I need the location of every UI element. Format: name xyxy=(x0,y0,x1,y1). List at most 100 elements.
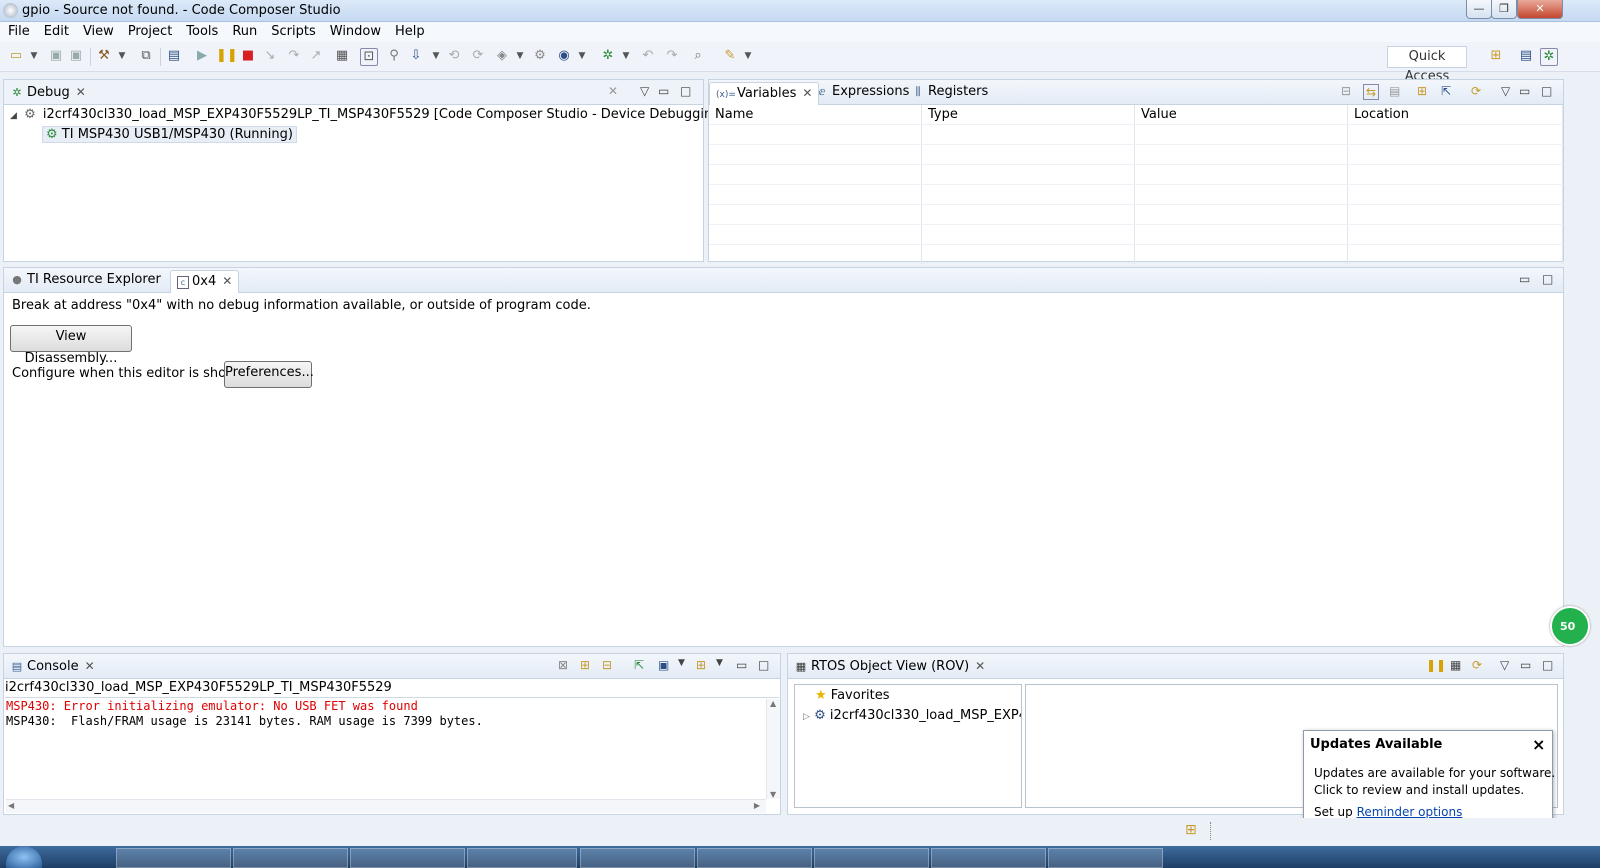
step-return-icon[interactable]: ↗ xyxy=(308,48,324,64)
show-type-names-icon[interactable]: ⇆ xyxy=(1363,84,1380,100)
updates-close-button[interactable]: × xyxy=(1532,735,1545,754)
tree-item-favorites[interactable]: ★ Favorites xyxy=(815,688,890,703)
restart-icon[interactable]: ⟲ xyxy=(446,48,462,64)
restore-button[interactable]: ❐ xyxy=(1491,0,1517,19)
word-wrap-icon[interactable]: ⊟ xyxy=(602,658,612,672)
taskbar-item[interactable] xyxy=(467,848,577,868)
resume-icon[interactable]: ▶ xyxy=(194,48,210,64)
layout-icon[interactable]: ▤ xyxy=(1389,84,1400,98)
console-vertical-scrollbar[interactable]: ▲ ▼ xyxy=(766,699,780,799)
dropdown-icon[interactable]: ▼ xyxy=(740,48,756,64)
tab-variables[interactable]: (x)=Variables ✕ xyxy=(709,82,820,105)
close-window-button[interactable]: ✕ xyxy=(1517,0,1563,19)
dropdown-icon[interactable]: ▼ xyxy=(574,48,590,64)
open-perspective-icon[interactable]: ⊞ xyxy=(1488,48,1504,64)
step-over-icon[interactable]: ↷ xyxy=(286,48,302,64)
tab-console[interactable]: ▤ Console ✕ xyxy=(4,656,101,678)
export-icon[interactable]: ⇱ xyxy=(1441,84,1451,98)
debug-tree-item-session[interactable]: ◢ ⚙ i2crf430cl330_load_MSP_EXP430F5529LP… xyxy=(10,107,726,122)
dropdown-icon[interactable]: ▼ xyxy=(678,658,685,668)
dropdown-icon[interactable]: ▼ xyxy=(114,48,130,64)
display-console-icon[interactable]: ▣ xyxy=(658,658,669,672)
suspend-icon[interactable]: ❚❚ xyxy=(216,48,238,64)
view-menu-icon[interactable]: ▽ xyxy=(1501,84,1510,98)
pin-icon[interactable]: ✎ xyxy=(722,48,738,64)
menu-tools[interactable]: Tools xyxy=(179,22,225,42)
minimize-icon[interactable]: ▭ xyxy=(1520,658,1531,672)
menu-edit[interactable]: Edit xyxy=(37,22,76,42)
tab-rtos-object-view[interactable]: ▦ RTOS Object View (ROV) ✕ xyxy=(788,656,991,678)
collapse-arrow-icon[interactable]: ◢ xyxy=(10,111,17,121)
taskbar-item[interactable] xyxy=(697,848,812,868)
maximize-icon[interactable]: □ xyxy=(680,84,691,98)
console-horizontal-scrollbar[interactable]: ◀ ▶ xyxy=(6,799,766,813)
scroll-down-icon[interactable]: ▼ xyxy=(770,790,776,799)
scroll-up-icon[interactable]: ▲ xyxy=(770,699,776,708)
pause-icon[interactable]: ❚❚ xyxy=(1426,658,1446,672)
new-icon[interactable]: ▭ xyxy=(8,48,24,64)
close-icon[interactable]: ✕ xyxy=(85,659,95,673)
minimize-button[interactable]: — xyxy=(1466,0,1492,19)
taskbar-item[interactable] xyxy=(931,848,1046,868)
instruction-step-icon[interactable]: ⊡ xyxy=(360,48,378,66)
tab-resource-explorer[interactable]: ● TI Resource Explorer xyxy=(4,270,167,292)
dropdown-icon[interactable]: ▼ xyxy=(618,48,634,64)
view-menu-icon[interactable]: ▽ xyxy=(640,84,649,98)
menu-help[interactable]: Help xyxy=(388,22,432,42)
erase-icon[interactable]: ◈ xyxy=(494,48,510,64)
view-disassembly-button[interactable]: View Disassembly... xyxy=(10,325,132,366)
clear-console-icon[interactable]: ⊠ xyxy=(558,658,568,672)
updates-status-icon[interactable]: ⊞ xyxy=(1185,822,1197,838)
menu-file[interactable]: File xyxy=(1,22,37,42)
tab-debug[interactable]: ✲ Debug ✕ xyxy=(4,82,92,104)
terminate-icon[interactable]: ■ xyxy=(240,48,256,64)
close-icon[interactable]: ✕ xyxy=(76,85,86,99)
collapse-all-icon[interactable]: ⊟ xyxy=(1341,84,1351,98)
updates-notification[interactable]: Updates Available × Updates are availabl… xyxy=(1303,730,1555,828)
open-console-icon[interactable]: ⊞ xyxy=(696,658,706,672)
view-menu-icon[interactable]: ▽ xyxy=(1500,658,1509,672)
tree-item-program[interactable]: ▷ ⚙ i2crf430cl330_load_MSP_EXP430 xyxy=(803,708,1021,723)
perspective-edit-icon[interactable]: ▤ xyxy=(1518,48,1534,64)
perspective-debug-icon[interactable]: ✲ xyxy=(1540,48,1558,66)
maximize-icon[interactable]: □ xyxy=(1542,272,1553,286)
menu-project[interactable]: Project xyxy=(121,22,179,42)
refresh-icon[interactable]: ⟳ xyxy=(1472,658,1482,672)
debug-icon[interactable]: ⧉ xyxy=(138,48,154,64)
step-into-icon[interactable]: ↘ xyxy=(262,48,278,64)
scroll-left-icon[interactable]: ◀ xyxy=(8,801,14,810)
save-icon[interactable]: ▣ xyxy=(48,48,64,64)
maximize-icon[interactable]: □ xyxy=(758,658,769,672)
tab-registers[interactable]: ⫼ Registers xyxy=(905,82,994,104)
minimize-icon[interactable]: ▭ xyxy=(1519,84,1530,98)
reset-icon[interactable]: ⚲ xyxy=(386,48,402,64)
taskbar-item[interactable] xyxy=(350,848,465,868)
pin-console-icon[interactable]: ⇱ xyxy=(634,658,644,672)
reminder-options-link[interactable]: Reminder options xyxy=(1357,805,1463,819)
tab-0x4[interactable]: c 0x4 ✕ xyxy=(170,270,240,293)
minimize-icon[interactable]: ▭ xyxy=(1519,272,1530,286)
target-icon[interactable]: ◉ xyxy=(556,48,572,64)
dropdown-icon[interactable]: ▼ xyxy=(428,48,444,64)
scroll-lock-icon[interactable]: ⊞ xyxy=(580,658,590,672)
start-button[interactable] xyxy=(6,846,42,868)
minimize-icon[interactable]: ▭ xyxy=(736,658,747,672)
new-view-icon[interactable]: ⊞ xyxy=(1417,84,1427,98)
save-all-icon[interactable]: ▣ xyxy=(68,48,84,64)
taskbar-item[interactable] xyxy=(233,848,348,868)
build-hammer-icon[interactable]: ⚒ xyxy=(96,48,112,64)
scroll-right-icon[interactable]: ▶ xyxy=(754,801,760,810)
step-icon[interactable]: ⟳ xyxy=(470,48,486,64)
column-header-name[interactable]: Name xyxy=(709,105,922,125)
close-icon[interactable]: ✕ xyxy=(222,274,232,288)
terminal-icon[interactable]: ▤ xyxy=(166,48,182,64)
taskbar-item[interactable] xyxy=(116,848,231,868)
minimize-icon[interactable]: ▭ xyxy=(658,84,669,98)
prev-annotation-icon[interactable]: ↶ xyxy=(640,48,656,64)
remove-terminated-icon[interactable]: ✕ xyxy=(608,84,618,98)
menu-scripts[interactable]: Scripts xyxy=(264,22,322,42)
menu-window[interactable]: Window xyxy=(323,22,388,42)
preferences-button[interactable]: Preferences... xyxy=(224,361,314,388)
quick-access-input[interactable]: Quick Access xyxy=(1387,46,1467,84)
dropdown-icon[interactable]: ▼ xyxy=(716,658,723,668)
